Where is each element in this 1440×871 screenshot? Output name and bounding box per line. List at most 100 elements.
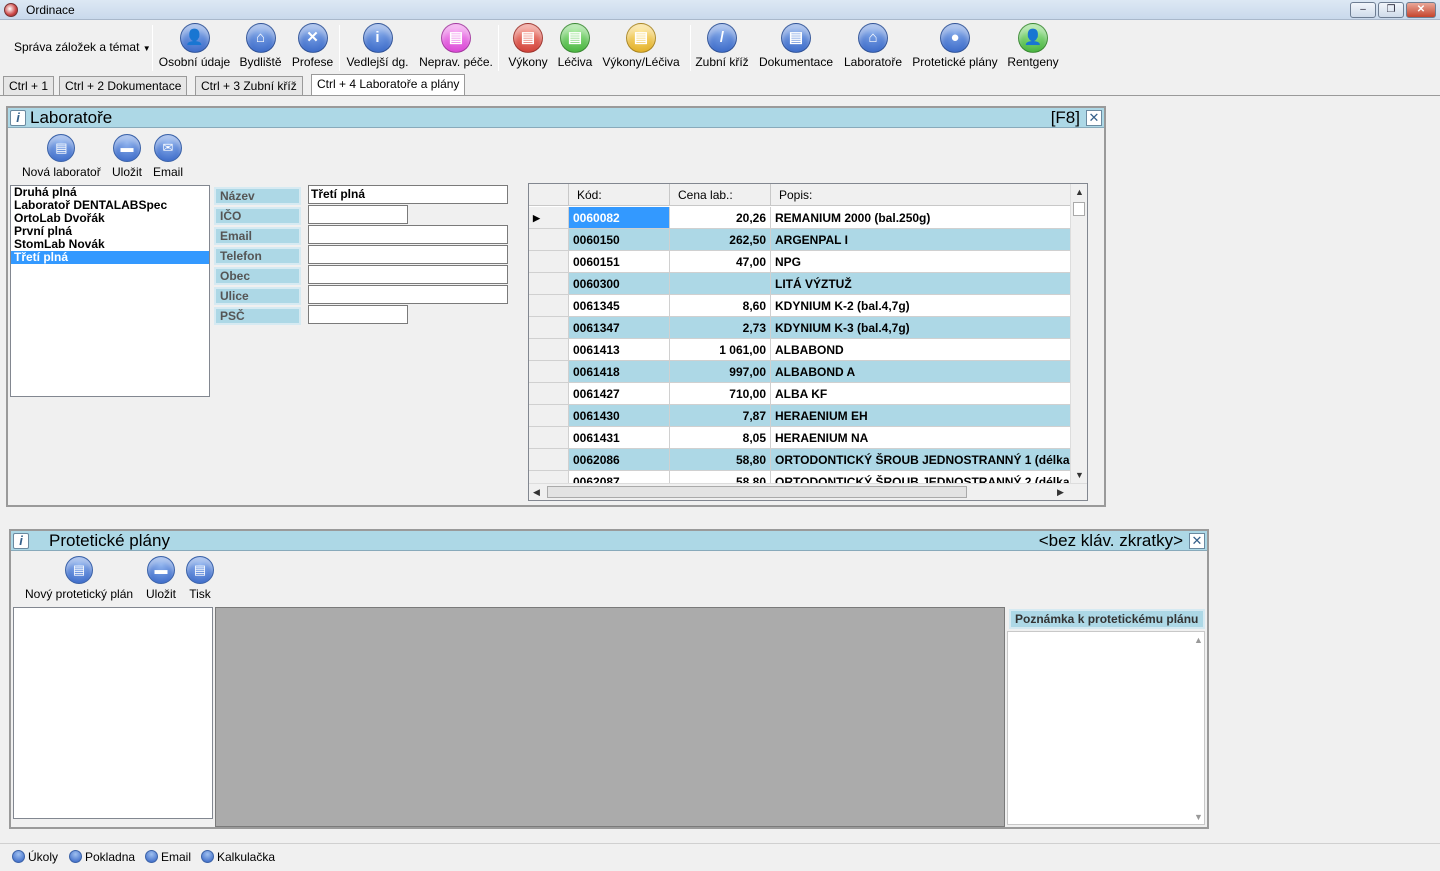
grid-row-header[interactable]: [529, 317, 569, 339]
grid-row[interactable]: 0061413 1 061,00 ALBABOND: [529, 339, 1071, 361]
grid-cell-code[interactable]: 0060300: [569, 273, 670, 295]
grid-row-header[interactable]: [529, 251, 569, 273]
grid-cell-description[interactable]: NPG: [771, 251, 1071, 273]
grid-cell-code[interactable]: 0060082: [569, 207, 670, 229]
grid-cell-price[interactable]: 262,50: [670, 229, 771, 251]
field-input-7[interactable]: [308, 305, 408, 324]
scroll-up-icon[interactable]: ▲: [1075, 187, 1084, 197]
field-input-4[interactable]: [308, 245, 508, 264]
field-input-6[interactable]: [308, 285, 508, 304]
toolbar-button-7[interactable]: ▤ Léčiva: [556, 21, 594, 75]
prosthetic-plan-list[interactable]: [13, 607, 213, 819]
grid-horizontal-scrollbar[interactable]: ◀ ▶: [529, 483, 1087, 500]
toolbar-button-6[interactable]: ▤ Výkony: [506, 21, 550, 75]
toolbar-button-5[interactable]: ▤ Neprav. péče.: [418, 21, 494, 75]
grid-header-popis[interactable]: Popis:: [771, 184, 1071, 206]
save-plan-button[interactable]: ▬ Uložit: [146, 556, 176, 601]
grid-cell-code[interactable]: 0060150: [569, 229, 670, 251]
status-email-button[interactable]: Email: [145, 850, 191, 864]
grid-row-header[interactable]: [529, 405, 569, 427]
grid-cell-description[interactable]: ALBABOND: [771, 339, 1071, 361]
grid-cell-description[interactable]: ARGENPAL I: [771, 229, 1071, 251]
tab-dokumentace[interactable]: Ctrl + 2 Dokumentace: [59, 76, 188, 95]
toolbar-button-8[interactable]: ▤ Výkony/Léčiva: [600, 21, 682, 75]
grid-cell-price[interactable]: 20,26: [670, 207, 771, 229]
field-input-2[interactable]: [308, 205, 408, 224]
grid-row[interactable]: 0061427 710,00 ALBA KF: [529, 383, 1071, 405]
grid-cell-code[interactable]: 0062086: [569, 449, 670, 471]
grid-cell-price[interactable]: [670, 273, 771, 295]
save-laboratory-button[interactable]: ▬ Uložit: [112, 134, 142, 179]
scroll-up-icon[interactable]: ▲: [1194, 635, 1203, 645]
toolbar-button-12[interactable]: ● Protetické plány: [911, 21, 999, 75]
grid-cell-code[interactable]: 0060151: [569, 251, 670, 273]
grid-cell-code[interactable]: 0061347: [569, 317, 670, 339]
grid-cell-code[interactable]: 0061345: [569, 295, 670, 317]
grid-cell-description[interactable]: ALBABOND A: [771, 361, 1071, 383]
grid-row-header[interactable]: [529, 449, 569, 471]
toolbar-button-1[interactable]: 👤 Osobní údaje: [158, 21, 231, 75]
grid-cell-price[interactable]: 997,00: [670, 361, 771, 383]
grid-row[interactable]: 0061430 7,87 HERAENIUM EH: [529, 405, 1071, 427]
scroll-down-icon[interactable]: ▼: [1075, 470, 1084, 480]
grid-cell-description[interactable]: ALBA KF: [771, 383, 1071, 405]
grid-cell-description[interactable]: LITÁ VÝZTUŽ: [771, 273, 1071, 295]
toolbar-button-3[interactable]: ✕ Profese: [291, 21, 334, 75]
new-prosthetic-plan-button[interactable]: ▤ Nový protetický plán: [25, 556, 133, 601]
grid-row-header[interactable]: [529, 383, 569, 405]
close-button[interactable]: ✕: [1406, 2, 1436, 18]
grid-row-header[interactable]: [529, 229, 569, 251]
field-input-1[interactable]: Třetí plná: [308, 185, 508, 204]
grid-row[interactable]: 0061418 997,00 ALBABOND A: [529, 361, 1071, 383]
grid-cell-price[interactable]: 1 061,00: [670, 339, 771, 361]
field-input-3[interactable]: [308, 225, 508, 244]
toolbar-button-9[interactable]: / Zubní kříž: [694, 21, 750, 75]
new-laboratory-button[interactable]: ▤ Nová laboratoř: [22, 134, 101, 179]
scroll-down-icon[interactable]: ▼: [1194, 812, 1203, 822]
grid-row[interactable]: 0062086 58,80 ORTODONTICKÝ ŠROUB JEDNOSTRA…: [529, 449, 1071, 471]
grid-cell-code[interactable]: 0061430: [569, 405, 670, 427]
toolbar-button-11[interactable]: ⌂ Laboratoře: [843, 21, 903, 75]
grid-row-header[interactable]: [529, 339, 569, 361]
minimize-button[interactable]: ‒: [1350, 2, 1376, 18]
grid-cell-price[interactable]: 8,05: [670, 427, 771, 449]
toolbar-button-13[interactable]: 👤 Rentgeny: [1006, 21, 1060, 75]
grid-row[interactable]: ▶ 0060082 20,26 REMANIUM 2000 (bal.250g): [529, 207, 1071, 229]
grid-row-header[interactable]: ▶: [529, 207, 569, 229]
email-laboratory-button[interactable]: ✉ Email: [153, 134, 183, 179]
grid-row[interactable]: 0061347 2,73 KDYNIUM K-3 (bal.4,7g): [529, 317, 1071, 339]
laboratory-list[interactable]: Druhá plná Laboratoř DENTALABSpec OrtoLab …: [10, 185, 210, 397]
grid-row-header[interactable]: [529, 361, 569, 383]
grid-header-cena[interactable]: Cena lab.:: [670, 184, 771, 206]
toolbar-button-10[interactable]: ▤ Dokumentace: [757, 21, 835, 75]
field-input-5[interactable]: [308, 265, 508, 284]
scroll-right-icon[interactable]: ▶: [1057, 487, 1064, 498]
tab-zubni-kriz[interactable]: Ctrl + 3 Zubní kříž: [195, 76, 303, 95]
tasks-button[interactable]: Úkoly: [12, 850, 58, 864]
laboratory-list-item[interactable]: Třetí plná: [11, 251, 209, 264]
grid-cell-price[interactable]: 8,60: [670, 295, 771, 317]
grid-row[interactable]: 0060150 262,50 ARGENPAL I: [529, 229, 1071, 251]
grid-cell-code[interactable]: 0061413: [569, 339, 670, 361]
calculator-button[interactable]: Kalkulačka: [201, 850, 275, 864]
grid-cell-code[interactable]: 0061427: [569, 383, 670, 405]
grid-cell-description[interactable]: KDYNIUM K-2 (bal.4,7g): [771, 295, 1071, 317]
prosthetic-plans-close-icon[interactable]: ✕: [1189, 533, 1205, 549]
grid-cell-description[interactable]: REMANIUM 2000 (bal.250g): [771, 207, 1071, 229]
laboratory-price-grid[interactable]: Kód: Cena lab.: Popis: ▶ 0060082 20,26 REMA…: [528, 183, 1088, 501]
grid-row-header[interactable]: [529, 273, 569, 295]
toolbar-button-2[interactable]: ⌂ Bydliště: [238, 21, 283, 75]
laboratories-close-icon[interactable]: ✕: [1086, 110, 1102, 126]
toolbar-button-4[interactable]: i Vedlejší dg.: [346, 21, 409, 75]
horizontal-scroll-thumb[interactable]: [547, 486, 967, 498]
maximize-button[interactable]: ❐: [1378, 2, 1404, 18]
grid-cell-description[interactable]: HERAENIUM NA: [771, 427, 1071, 449]
grid-cell-code[interactable]: 0061418: [569, 361, 670, 383]
plan-note-textarea[interactable]: ▲ ▼: [1007, 631, 1205, 825]
grid-header-kod[interactable]: Kód:: [569, 184, 670, 206]
grid-row[interactable]: 0060300 LITÁ VÝZTUŽ: [529, 273, 1071, 295]
grid-cell-price[interactable]: 7,87: [670, 405, 771, 427]
grid-cell-price[interactable]: 47,00: [670, 251, 771, 273]
grid-row[interactable]: 0061345 8,60 KDYNIUM K-2 (bal.4,7g): [529, 295, 1071, 317]
scroll-thumb[interactable]: [1073, 202, 1085, 216]
